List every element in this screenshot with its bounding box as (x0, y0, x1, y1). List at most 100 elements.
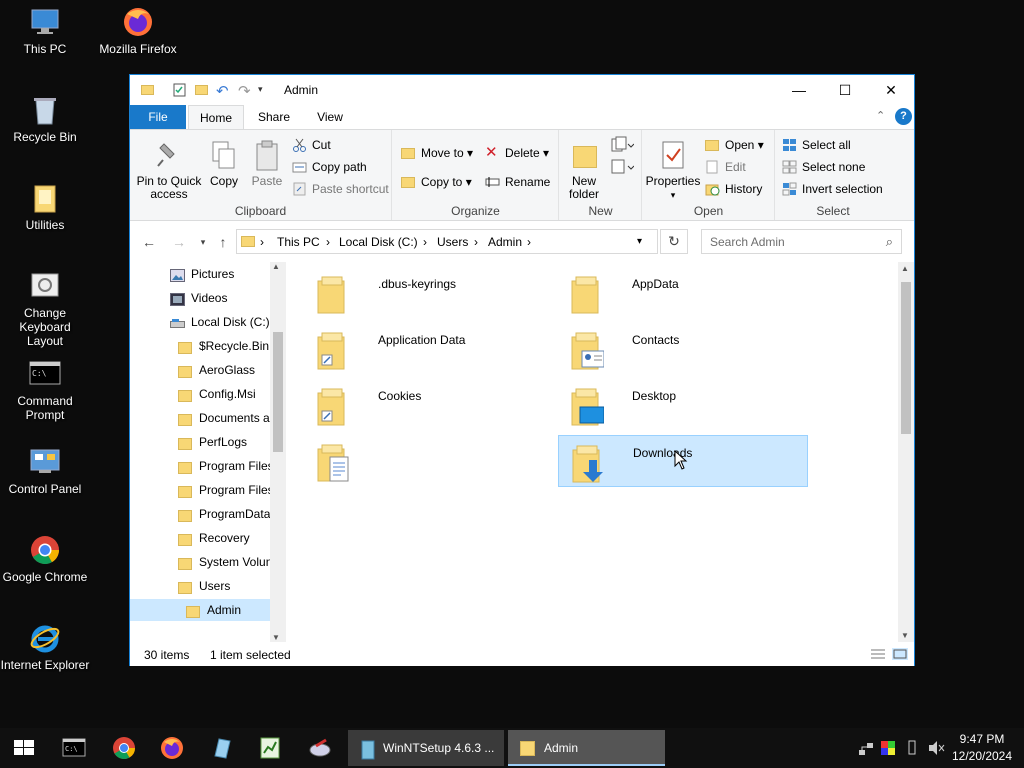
nav-item-aeroglass[interactable]: AeroGlass (130, 359, 270, 381)
copy-path-button[interactable]: Copy path (292, 158, 367, 176)
breadcrumb-admin[interactable]: Admin (488, 235, 522, 249)
content-scrollbar[interactable]: ▲ ▼ (898, 262, 914, 642)
new-item-icon[interactable] (610, 136, 635, 154)
nav-item-config-msi[interactable]: Config.Msi (130, 383, 270, 405)
large-icons-view-icon[interactable] (892, 648, 908, 660)
nav-item-admin[interactable]: Admin (130, 599, 270, 621)
invert-selection-button[interactable]: Invert selection (782, 180, 883, 198)
nav-item-program-files[interactable]: Program Files (130, 455, 270, 477)
new-folder-quick-icon[interactable] (194, 82, 210, 98)
tab-view[interactable]: View (308, 105, 352, 129)
breadcrumb-local-disk[interactable]: Local Disk (C:) (339, 235, 418, 249)
file-list[interactable]: .dbus-keyrings AppData Application Data Con… (286, 262, 898, 642)
nav-item-pictures[interactable]: Pictures (130, 263, 270, 285)
history-button[interactable]: History (705, 180, 762, 198)
desktop-icon-recycle-bin[interactable]: Recycle Bin (0, 94, 90, 144)
desktop-icon-internet-explorer[interactable]: Internet Explorer (0, 622, 90, 672)
file-item-contacts[interactable]: Contacts (558, 323, 808, 375)
desktop-icon-this-pc[interactable]: This PC (0, 6, 90, 56)
copy-button[interactable]: Copy (206, 140, 242, 188)
breadcrumb-users[interactable]: Users (437, 235, 468, 249)
nav-item-programdata[interactable]: ProgramData (130, 503, 270, 525)
spreadsheet-tool-icon[interactable] (258, 736, 282, 760)
nav-item-program-files[interactable]: Program Files (130, 479, 270, 501)
command-prompt-icon[interactable]: C:\ (62, 736, 86, 760)
help-icon[interactable]: ? (895, 108, 912, 125)
nav-item-users[interactable]: Users (130, 575, 270, 597)
paste-button[interactable]: Paste (248, 140, 286, 188)
nav-item--recycle-bin[interactable]: $Recycle.Bin (130, 335, 270, 357)
desktop-icon-command-prompt[interactable]: C:\ Command Prompt (0, 358, 90, 422)
taskbar-app-winntsetup[interactable]: WinNTSetup 4.6.3 ... (348, 730, 504, 766)
pin-to-quick-access-button[interactable]: Pin to Quick access (136, 140, 202, 201)
undo-icon[interactable]: ↶ (216, 82, 232, 100)
redo-icon[interactable]: ↷ (238, 82, 254, 100)
delete-button[interactable]: ✕ Delete ▾ (485, 144, 549, 162)
properties-button[interactable]: Properties ▾ (645, 140, 701, 202)
recent-locations-chevron-icon[interactable]: ▾ (194, 237, 212, 248)
file-item-documents[interactable] (304, 435, 554, 487)
nav-item-perflogs[interactable]: PerfLogs (130, 431, 270, 453)
chrome-icon[interactable] (112, 736, 136, 760)
tab-home[interactable]: Home (188, 105, 244, 130)
file-item-application-data[interactable]: Application Data (304, 323, 554, 375)
file-item-appdata[interactable]: AppData (558, 267, 808, 319)
file-item-cookies[interactable]: Cookies (304, 379, 554, 431)
customize-toolbar-chevron-icon[interactable]: ▾ (258, 84, 274, 100)
nav-item-system-volun[interactable]: System Volun (130, 551, 270, 573)
copy-to-button[interactable]: Copy to ▾ (401, 173, 472, 191)
network-tray-icon[interactable] (858, 741, 874, 757)
search-input[interactable]: Search Admin ⌕ (701, 229, 902, 254)
cut-button[interactable]: Cut (292, 136, 331, 154)
minimize-button[interactable]: — (776, 75, 822, 105)
collapse-ribbon-chevron-icon[interactable]: ⌃ (876, 109, 885, 122)
edit-button[interactable]: Edit (705, 158, 746, 176)
new-folder-button[interactable]: New folder (564, 140, 604, 201)
breadcrumb-this-pc[interactable]: This PC (277, 235, 320, 249)
back-arrow-icon[interactable]: ← (140, 234, 158, 250)
firefox-icon[interactable] (160, 736, 184, 760)
sidebar-tool-icon[interactable] (210, 736, 234, 760)
nav-item-videos[interactable]: Videos (130, 287, 270, 309)
clock-time[interactable]: 9:47 PM (952, 732, 1012, 746)
volume-muted-icon[interactable] (928, 740, 946, 756)
desktop-icon-google-chrome[interactable]: Google Chrome (0, 534, 90, 584)
title-bar[interactable]: ↶ ↷ ▾ Admin — ☐ ✕ (130, 75, 914, 105)
file-item-desktop[interactable]: Desktop (558, 379, 808, 431)
address-bar[interactable]: › This PC › Local Disk (C:) › Users › Ad… (236, 229, 658, 254)
clock-date[interactable]: 12/20/2024 (950, 749, 1014, 763)
forward-arrow-icon[interactable]: → (170, 234, 188, 250)
address-dropdown-chevron-icon[interactable]: ▾ (637, 236, 642, 247)
paste-shortcut-button[interactable]: Paste shortcut (292, 180, 389, 198)
tab-file[interactable]: File (130, 105, 186, 129)
desktop-icon-change-keyboard-layout[interactable]: Change Keyboard Layout (0, 270, 90, 348)
desktop-icon-mozilla-firefox[interactable]: Mozilla Firefox (93, 6, 183, 56)
move-to-button[interactable]: Move to ▾ (401, 144, 473, 162)
rename-button[interactable]: Rename (485, 173, 550, 191)
desktop-icon-control-panel[interactable]: Control Panel (0, 446, 90, 496)
easy-access-icon[interactable] (610, 158, 635, 176)
desktop-icon-utilities[interactable]: Utilities (0, 182, 90, 232)
nav-item-documents-a[interactable]: Documents a (130, 407, 270, 429)
navigation-pane[interactable]: Pictures Videos Local Disk (C:) $Recycle.Bi… (130, 262, 286, 642)
close-button[interactable]: ✕ (868, 75, 914, 105)
nav-item-local-disk-c-[interactable]: Local Disk (C:) (130, 311, 270, 333)
select-all-button[interactable]: Select all (782, 136, 851, 154)
open-button[interactable]: Open ▾ (705, 136, 764, 154)
taskbar-app-admin[interactable]: Admin (508, 730, 665, 766)
nav-item-recovery[interactable]: Recovery (130, 527, 270, 549)
refresh-icon[interactable]: ↻ (660, 229, 688, 254)
explorer-window[interactable]: ↶ ↷ ▾ Admin — ☐ ✕ File Home Share View ⌃… (129, 74, 915, 666)
display-tray-icon[interactable] (881, 741, 895, 755)
start-windows-icon[interactable] (12, 736, 36, 760)
usb-tray-icon[interactable] (906, 740, 918, 756)
nav-scrollbar[interactable]: ▲ ▼ (270, 262, 286, 642)
up-arrow-icon[interactable]: ↑ (214, 234, 232, 250)
details-view-icon[interactable] (870, 648, 886, 660)
maximize-button[interactable]: ☐ (822, 75, 868, 105)
partition-tool-icon[interactable] (308, 736, 332, 760)
tab-share[interactable]: Share (252, 105, 296, 129)
select-none-button[interactable]: Select none (782, 158, 865, 176)
file-item-dbus-keyrings[interactable]: .dbus-keyrings (304, 267, 554, 319)
properties-quick-icon[interactable] (172, 82, 188, 98)
